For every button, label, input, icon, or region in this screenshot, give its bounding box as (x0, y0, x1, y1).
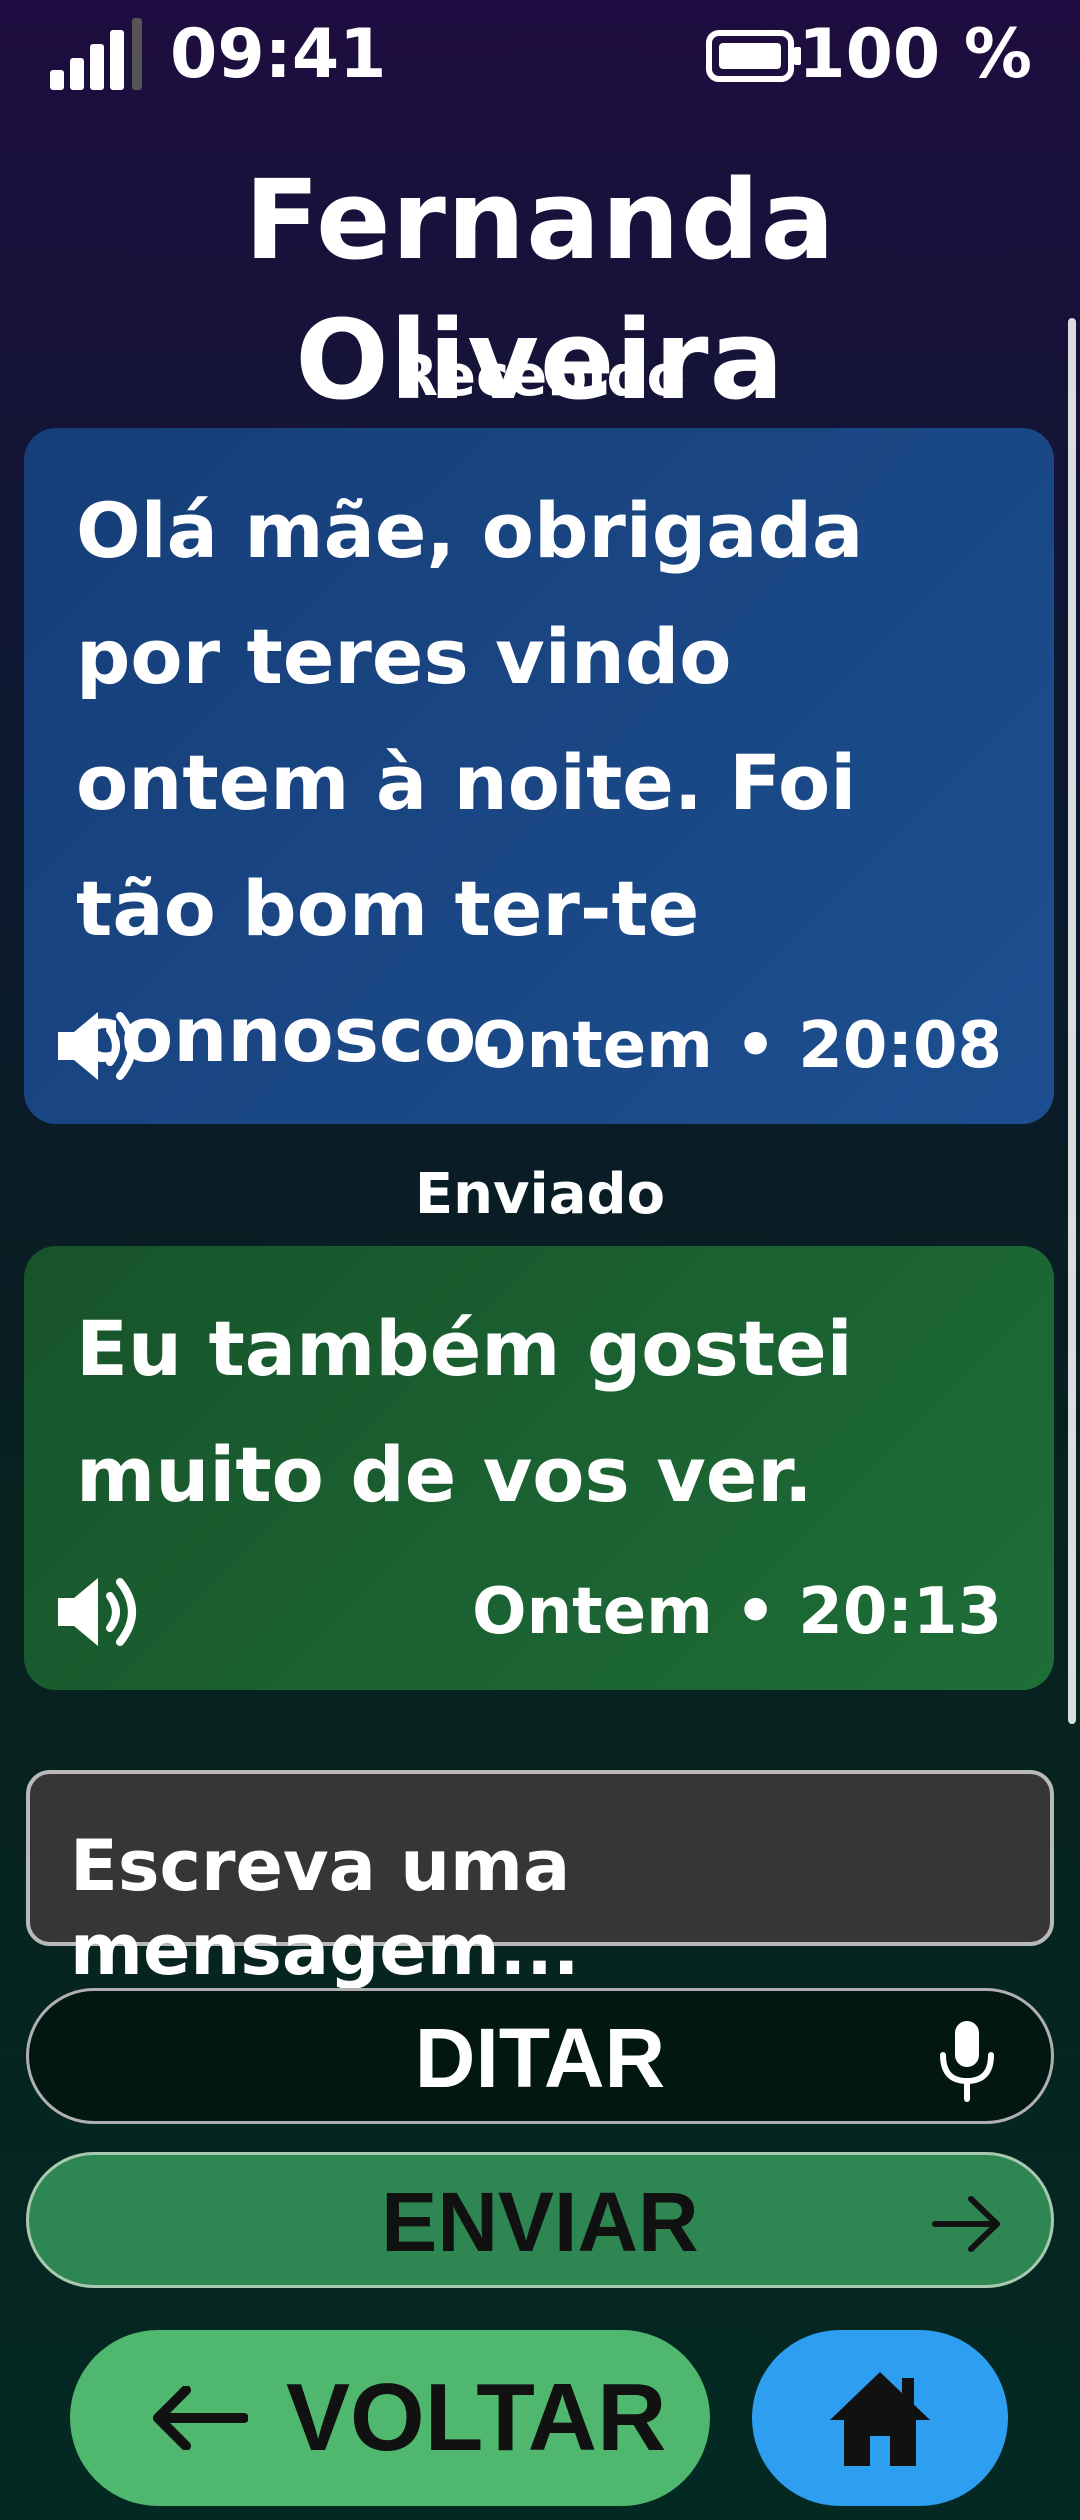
sent-label: Enviado (414, 1162, 666, 1227)
send-button[interactable]: ENVIAR (26, 2152, 1054, 2288)
status-bar: 09:41 100 % (0, 0, 1080, 110)
scrollbar[interactable] (1068, 318, 1076, 1724)
status-time: 09:41 (170, 15, 387, 94)
message-footer: Ontem • 20:08 (54, 1000, 1002, 1090)
dictate-label: DITAR (414, 2011, 666, 2105)
message-input-placeholder: Escreva uma mensagem... (70, 1825, 580, 1991)
home-icon (830, 2372, 930, 2466)
message-input[interactable]: Escreva uma mensagem... (26, 1770, 1054, 1991)
received-label: Recebido (394, 344, 686, 409)
message-bubble-received: Olá mãe, obrigada por teres vindo ontem … (24, 428, 1054, 1124)
message-text: Eu também gostei muito de vos ver. (76, 1304, 853, 1519)
message-footer: Ontem • 20:13 (54, 1566, 1002, 1656)
arrow-left-icon (153, 2386, 248, 2450)
speaker-icon[interactable] (54, 1004, 144, 1088)
battery-full-icon (706, 30, 801, 82)
message-timestamp: Ontem • 20:08 (472, 1009, 1002, 1083)
battery-percentage: 100 % (798, 15, 1032, 94)
signal-bars-icon (50, 18, 142, 90)
send-label: ENVIAR (381, 2175, 699, 2269)
microphone-icon (940, 2021, 994, 2102)
home-button[interactable] (752, 2330, 1008, 2506)
back-label: VOLTAR (286, 2364, 667, 2471)
speaker-icon[interactable] (54, 1570, 144, 1654)
arrow-right-icon (932, 2196, 1000, 2252)
message-timestamp: Ontem • 20:13 (472, 1575, 1002, 1649)
dictate-button[interactable]: DITAR (26, 1988, 1054, 2124)
message-bubble-sent: Eu também gostei muito de vos ver. Ontem… (24, 1246, 1054, 1690)
back-button[interactable]: VOLTAR (70, 2330, 710, 2506)
